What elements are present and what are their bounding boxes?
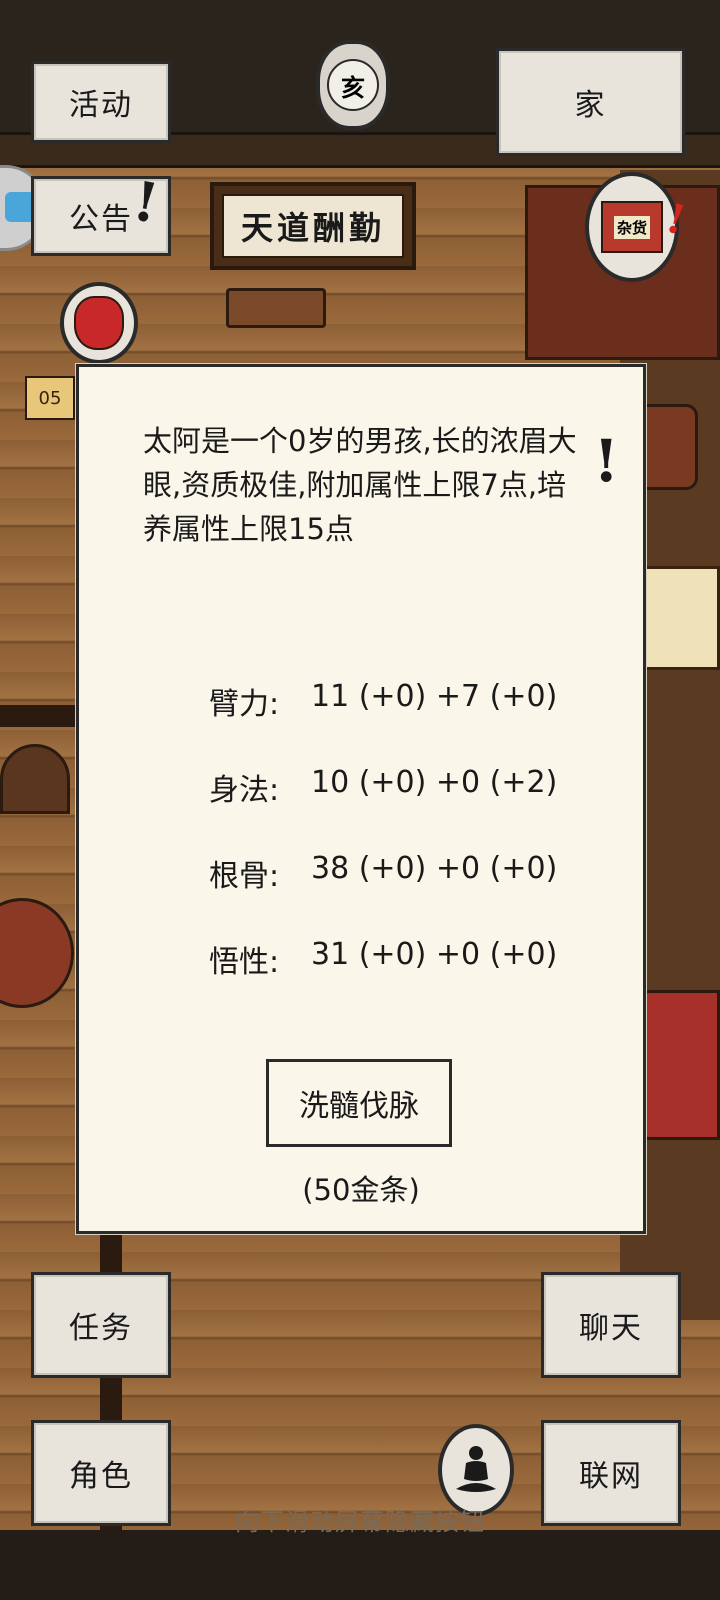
side-chair <box>0 744 70 814</box>
sofa <box>636 990 720 1140</box>
meditating-figure-icon <box>456 1446 496 1492</box>
desk <box>226 288 326 328</box>
stat-label: 身法: <box>209 773 280 808</box>
dialog-alert-icon: ! <box>593 427 619 495</box>
home-button[interactable]: 家 <box>496 48 685 156</box>
stat-value: 38 (+0) +0 (+0) <box>311 851 558 886</box>
bottom-bar <box>0 1530 720 1600</box>
home-label: 家 <box>574 88 607 123</box>
network-label: 联网 <box>579 1459 643 1494</box>
stat-row-strength: 臂力: 11 (+0) +7 (+0) <box>209 679 569 723</box>
shop-sign: 杂货 <box>613 215 650 239</box>
chat-label: 聊天 <box>579 1311 643 1346</box>
bag-shape <box>74 296 124 350</box>
stat-value: 11 (+0) +7 (+0) <box>311 679 558 714</box>
task-label: 任务 <box>69 1311 133 1346</box>
wall-post <box>0 705 76 727</box>
folding-screen <box>636 566 720 670</box>
marrow-cleanse-button[interactable]: 洗髓伐脉 <box>266 1059 452 1147</box>
stat-label: 悟性: <box>209 945 280 980</box>
stat-row-agility: 身法: 10 (+0) +0 (+2) <box>209 765 569 809</box>
stat-value: 31 (+0) +0 (+0) <box>311 937 558 972</box>
character-dialog: 太阿是一个0岁的男孩,长的浓眉大眼,资质极佳,附加属性上限7点,培养属性上限15… <box>76 364 646 1234</box>
timer-badge: 05 <box>25 376 75 420</box>
task-button[interactable]: 任务 <box>31 1272 171 1378</box>
plaque-text: 天道酬勤 <box>222 194 404 258</box>
stat-label: 根骨: <box>209 859 280 894</box>
bag-icon[interactable] <box>60 282 138 364</box>
marrow-cleanse-label: 洗髓伐脉 <box>299 1089 419 1124</box>
stat-label: 臂力: <box>209 687 280 722</box>
stat-row-comprehension: 悟性: 31 (+0) +0 (+0) <box>209 937 569 981</box>
chat-button[interactable]: 聊天 <box>541 1272 681 1378</box>
notice-label: 公告 <box>69 202 133 237</box>
role-label: 角色 <box>69 1459 133 1494</box>
seal-char: 亥 <box>327 59 379 111</box>
stat-row-constitution: 根骨: 38 (+0) +0 (+0) <box>209 851 569 895</box>
zodiac-seal-icon[interactable]: 亥 <box>316 40 390 130</box>
stat-value: 10 (+0) +0 (+2) <box>311 765 558 800</box>
swipe-hint: 向下滑动屏幕隐藏按钮 <box>235 1508 485 1536</box>
activity-label: 活动 <box>69 88 133 123</box>
cost-text: (50金条) <box>302 1173 420 1207</box>
activity-button[interactable]: 活动 <box>31 61 171 143</box>
character-description: 太阿是一个0岁的男孩,长的浓眉大眼,资质极佳,附加属性上限7点,培养属性上限15… <box>143 424 577 546</box>
motto-plaque: 天道酬勤 <box>210 182 416 270</box>
timer-text: 05 <box>38 387 62 409</box>
